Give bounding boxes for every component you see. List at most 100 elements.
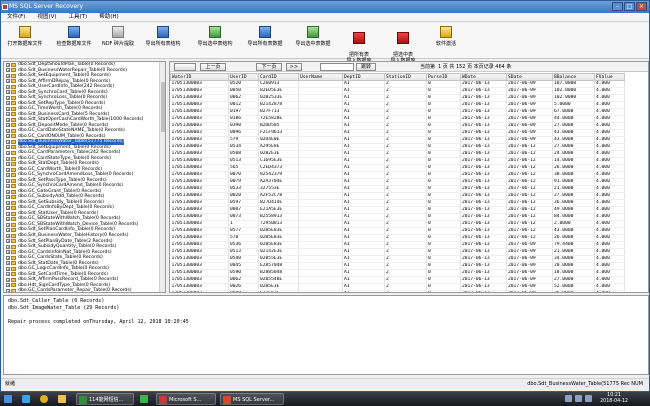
table-row[interactable]: 17051300003 0597 B27D414E A1 2 0 2017-06-13 201…: [170, 199, 625, 207]
export-selected-data-button[interactable]: 导出选中表数据: [291, 25, 335, 57]
taskbar-item-plus[interactable]: [138, 393, 152, 405]
import-all-button[interactable]: 把所有表 导入数据库: [339, 25, 379, 64]
table-row[interactable]: 17051300003 0590 B2885048 A1 2 0 2017-06-13 201…: [170, 269, 625, 277]
check-db-button[interactable]: 检查数据库文件: [53, 25, 95, 57]
expand-icon[interactable]: +: [6, 277, 10, 282]
expand-icon[interactable]: +: [6, 195, 10, 200]
column-header[interactable]: WaterID: [170, 73, 229, 81]
expand-icon[interactable]: +: [6, 184, 10, 189]
expand-icon[interactable]: +: [6, 84, 10, 89]
table-row[interactable]: 17051300003 0520 C260913 A1 2 0 2017-06-13 2017…: [170, 80, 625, 88]
table-row[interactable]: 17051300003 0079 A2A3704E A1 2 0 2017-06-13 201…: [170, 178, 625, 186]
maximize-button[interactable]: □: [624, 2, 635, 11]
table-row[interactable]: 17051300003 0186 72E5828E A1 2 0 2017-06-13 201…: [170, 115, 625, 123]
column-header[interactable]: PurseID: [426, 73, 461, 81]
menu-view[interactable]: 视图(V): [37, 13, 56, 21]
data-grid[interactable]: WaterID UserID CardID UserName DeptID Station…: [170, 73, 648, 292]
expand-icon[interactable]: +: [6, 156, 10, 161]
table-row[interactable]: 17051300003 0062 02B5548E A1 2 0 2017-06-13 201…: [170, 276, 625, 284]
taskbar-item-recovery[interactable]: MS SQL Server...: [220, 393, 284, 405]
table-row[interactable]: 17051300003 565 C2ED4373 A1 2 0 2017-06-13 2017…: [170, 164, 625, 172]
expand-icon[interactable]: +: [6, 178, 10, 183]
table-row[interactable]: 17051300003 0508 02B2E3E A1 2 0 2017-06-13 2017…: [170, 150, 625, 158]
expand-icon[interactable]: +: [6, 62, 10, 67]
taskbar-item-sql[interactable]: Microsoft S...: [156, 393, 216, 405]
table-row[interactable]: 17051300003 578 02B5E83E A1 2 0 2017-06-13 2017…: [170, 234, 625, 242]
expand-icon[interactable]: +: [6, 95, 10, 100]
ndf-extract-button[interactable]: NDF 碎片提取: [101, 25, 135, 57]
expand-icon[interactable]: +: [6, 101, 10, 106]
taskbar-item-sms[interactable]: 114能网短信...: [76, 393, 134, 405]
expand-icon[interactable]: +: [6, 283, 10, 288]
expand-icon[interactable]: +: [6, 117, 10, 122]
column-header[interactable]: SDate: [506, 73, 553, 81]
table-row[interactable]: 17051300003 1 72950813 A1 2 0 2017-06-13 2017-0…: [170, 220, 625, 228]
expand-icon[interactable]: +: [6, 261, 10, 266]
column-header[interactable]: CardID: [258, 73, 299, 81]
table-row[interactable]: 17051300003 0020 A2F52C78 A1 2 0 2017-06-13 201…: [170, 192, 625, 200]
expand-icon[interactable]: +: [6, 68, 10, 73]
expand-icon[interactable]: +: [6, 217, 10, 222]
table-row[interactable]: 17051300003 0513 02142E3E A1 2 0 2017-06-13 201…: [170, 248, 625, 256]
export-all-data-button[interactable]: 导出所有表数据: [243, 25, 287, 57]
taskbar-item-chrome[interactable]: [38, 393, 52, 405]
table-row[interactable]: 17051300003 0012 B2142878 A1 2 0 2017-06-13 201…: [170, 101, 625, 109]
column-header[interactable]: FValue: [594, 73, 625, 81]
expand-icon[interactable]: +: [6, 112, 10, 117]
expand-icon[interactable]: +: [6, 200, 10, 205]
goto-button[interactable]: 跳转: [356, 63, 376, 71]
table-row[interactable]: 170513000030048C21E53E A1202017-06-132017…: [170, 290, 625, 292]
expand-icon[interactable]: +: [6, 106, 10, 111]
export-selected-structure-button[interactable]: 导出选中表结构: [193, 25, 237, 57]
prev-page-button[interactable]: 上一页: [200, 63, 226, 71]
expand-icon[interactable]: +: [6, 211, 10, 216]
expand-icon[interactable]: +: [6, 288, 10, 292]
table-row[interactable]: 17051300003 0050 B2ED5E3E A1 2 0 2017-06-13 201…: [170, 87, 625, 95]
tray-icon[interactable]: [575, 395, 582, 402]
table-row[interactable]: 17051300003 0073 B2558913 A1 2 0 2017-06-13 201…: [170, 213, 625, 221]
expand-icon[interactable]: +: [6, 151, 10, 155]
expand-icon[interactable]: +: [6, 134, 10, 139]
export-all-structure-button[interactable]: 导出所有表结构: [141, 25, 185, 57]
close-button[interactable]: ×: [636, 2, 647, 11]
table-row[interactable]: 17051300003 0197 B27F713 A1 2 0 2017-06-13 2017…: [170, 108, 625, 116]
table-row[interactable]: 17051300003 0070 82542379 A1 2 0 2017-06-13 201…: [170, 171, 625, 179]
last-page-button[interactable]: >>: [286, 63, 302, 71]
expand-icon[interactable]: +: [6, 173, 10, 178]
table-row[interactable]: 17051300003 0062 02B2533E A1 2 0 2017-06-13 201…: [170, 94, 625, 102]
expand-icon[interactable]: +: [6, 255, 10, 260]
column-header[interactable]: BBalance: [552, 73, 595, 81]
column-header[interactable]: StationID: [384, 73, 427, 81]
table-row[interactable]: 17051300003 579 02D4E0E A1 2 0 2017-06-13 2017-…: [170, 136, 625, 144]
expand-icon[interactable]: +: [6, 233, 10, 238]
expand-icon[interactable]: +: [6, 222, 10, 227]
table-row[interactable]: 17051300003 0007 E21A5E3E A1 2 0 2017-06-13 201…: [170, 206, 625, 214]
menu-tools[interactable]: 工具(T): [69, 13, 88, 21]
menu-file[interactable]: 文件(F): [7, 13, 25, 21]
column-header[interactable]: UserName: [298, 73, 343, 81]
table-row[interactable]: 17051300003 0540 02B55E3E A1 2 0 2017-06-13 201…: [170, 255, 625, 263]
expand-icon[interactable]: +: [6, 128, 10, 133]
clock[interactable]: 10:21 2018-04-12: [600, 393, 628, 405]
expand-icon[interactable]: +: [6, 272, 10, 277]
table-row[interactable]: 17051300003 0533 327553E A1 2 0 2017-06-13 2017…: [170, 185, 625, 193]
table-row[interactable]: 17051300003 0096 F2CF9613 A1 2 0 2017-06-13 201…: [170, 129, 625, 137]
expand-icon[interactable]: +: [6, 206, 10, 211]
table-row[interactable]: 17051300003 0390 B2DD505 A1 2 0 2017-06-13 2017…: [170, 122, 625, 130]
tree-item[interactable]: + dbo.GC_CardsParameter_Repair_Table(0 Re…: [4, 288, 165, 292]
expand-icon[interactable]: +: [6, 139, 10, 144]
expand-icon[interactable]: +: [6, 73, 10, 78]
expand-icon[interactable]: +: [6, 266, 10, 271]
table-row[interactable]: 17051300003 0577 02B5E83E A1 2 0 2017-06-13 201…: [170, 227, 625, 235]
minimize-button[interactable]: –: [612, 2, 623, 11]
start-button[interactable]: [2, 393, 16, 405]
column-header[interactable]: WDate: [460, 73, 507, 81]
expand-icon[interactable]: +: [6, 228, 10, 233]
column-header[interactable]: UserID: [228, 73, 259, 81]
menu-help[interactable]: 帮助(H): [99, 13, 118, 21]
tray-icon[interactable]: [565, 395, 572, 402]
tree-scrollbar[interactable]: [159, 62, 165, 292]
taskbar-item-folder[interactable]: [56, 393, 70, 405]
table-row[interactable]: 17051300003 0534 A295E8E A1 2 0 2017-06-13 2017…: [170, 143, 625, 151]
page-input[interactable]: [320, 63, 354, 71]
